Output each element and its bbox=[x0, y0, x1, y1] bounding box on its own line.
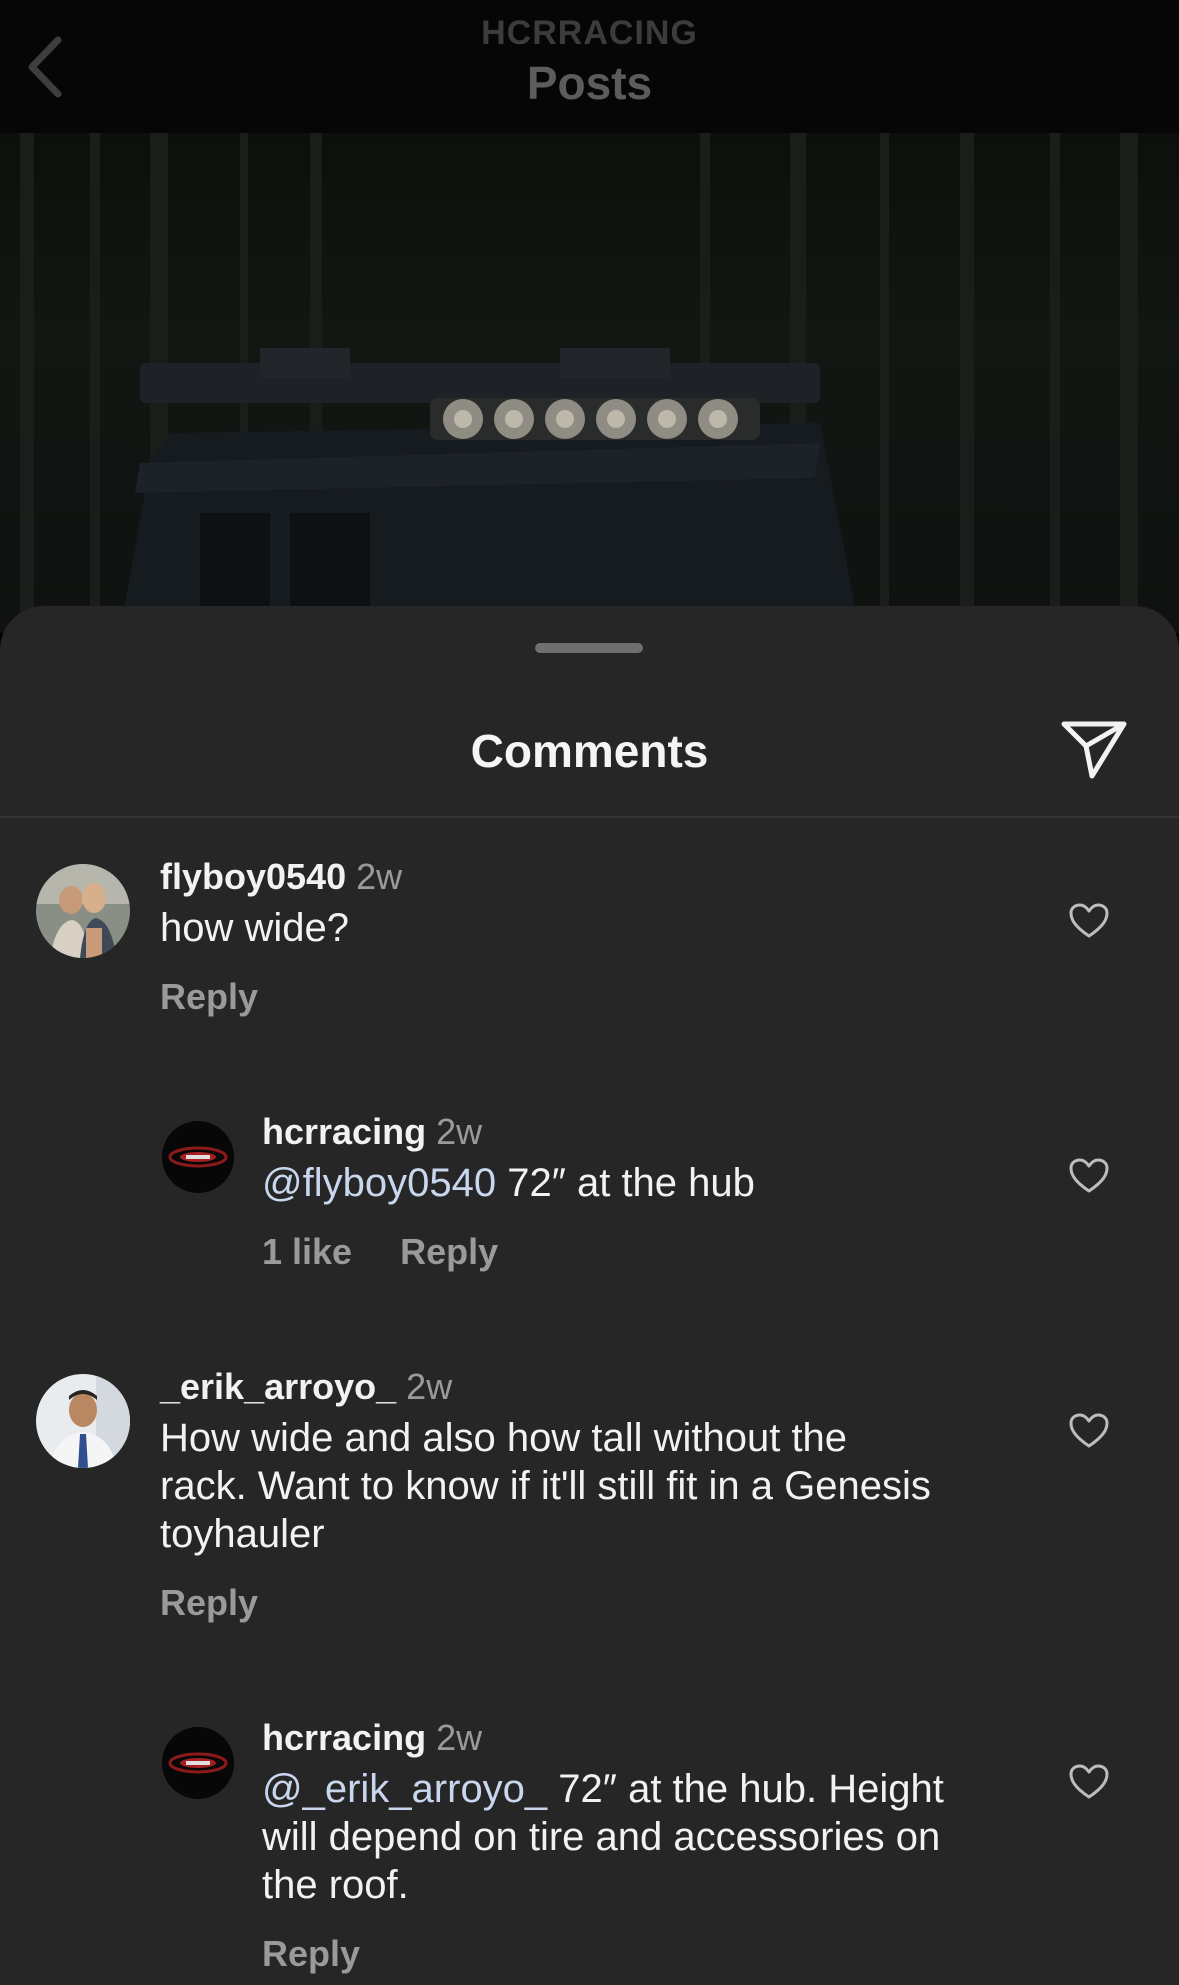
heart-icon bbox=[1069, 903, 1109, 938]
page-title: Posts bbox=[526, 57, 653, 109]
header-divider bbox=[0, 816, 1179, 818]
comment: _erik_arroyo_ 2w How wide and also how ta… bbox=[0, 1366, 1179, 1666]
comment-text: @_erik_arroyo_ 72″ at the hub. Height wi… bbox=[262, 1765, 1062, 1909]
like-button[interactable] bbox=[1068, 902, 1110, 940]
like-button[interactable] bbox=[1068, 1157, 1110, 1195]
comment-text: how wide? bbox=[160, 906, 350, 950]
comment-actions: Reply bbox=[160, 976, 1040, 1018]
comment-text-line: rack. Want to know if it'll still fit in… bbox=[160, 1464, 931, 1508]
comments-sheet: Comments flyboy0540 2w how wide? Reply h… bbox=[0, 606, 1179, 1985]
comment-username[interactable]: hcrracing bbox=[262, 1111, 426, 1152]
comment-username[interactable]: hcrracing bbox=[262, 1717, 426, 1758]
comment-reply: hcrracing 2w @flyboy0540 72″ at the hub 1… bbox=[0, 1111, 1179, 1331]
top-bar: HCRRACING Posts bbox=[0, 0, 1179, 133]
heart-icon bbox=[1069, 1764, 1109, 1799]
comment-actions: Reply bbox=[160, 1582, 1040, 1624]
comment-reply: hcrracing 2w @_erik_arroyo_ 72″ at the hu… bbox=[0, 1717, 1179, 1985]
comment-text-line: the roof. bbox=[262, 1863, 409, 1907]
comment-body: flyboy0540 2w how wide? Reply bbox=[160, 856, 1040, 1018]
comment-text-line: toyhauler bbox=[160, 1512, 325, 1556]
comment-actions: Reply bbox=[262, 1933, 1062, 1975]
comment-time: 2w bbox=[436, 1717, 483, 1758]
share-button[interactable] bbox=[1058, 716, 1130, 782]
comment-text-line: How wide and also how tall without the bbox=[160, 1416, 848, 1460]
mention-link[interactable]: @_erik_arroyo_ bbox=[262, 1767, 547, 1811]
mention-link[interactable]: @flyboy0540 bbox=[262, 1161, 496, 1205]
sheet-grabber[interactable] bbox=[535, 643, 643, 653]
comment: flyboy0540 2w how wide? Reply bbox=[0, 856, 1179, 1096]
reply-button[interactable]: Reply bbox=[400, 1231, 498, 1272]
screen: HCRRACING Posts Comments flyboy0540 2w h… bbox=[0, 0, 1179, 1985]
reply-button[interactable]: Reply bbox=[160, 976, 258, 1017]
comment-body: hcrracing 2w @flyboy0540 72″ at the hub 1… bbox=[262, 1111, 1062, 1273]
comment-body: _erik_arroyo_ 2w How wide and also how ta… bbox=[160, 1366, 1040, 1624]
comment-text-line: @_erik_arroyo_ 72″ at the hub. Height bbox=[262, 1765, 1062, 1813]
heart-icon bbox=[1069, 1413, 1109, 1448]
comment-body: hcrracing 2w @_erik_arroyo_ 72″ at the hu… bbox=[262, 1717, 1062, 1975]
comment-actions: 1 like Reply bbox=[262, 1231, 1062, 1273]
comment-username[interactable]: _erik_arroyo_ bbox=[160, 1366, 396, 1407]
reply-button[interactable]: Reply bbox=[262, 1933, 360, 1974]
post-image bbox=[0, 133, 1179, 633]
comment-text: @flyboy0540 72″ at the hub bbox=[262, 1159, 1062, 1207]
comment-time: 2w bbox=[356, 856, 403, 897]
account-name: HCRRACING bbox=[481, 14, 698, 52]
heart-icon bbox=[1069, 1158, 1109, 1193]
avatar[interactable] bbox=[36, 1374, 130, 1468]
comment-text-line: will depend on tire and accessories on bbox=[262, 1815, 941, 1859]
reply-button[interactable]: Reply bbox=[160, 1582, 258, 1623]
comment-username[interactable]: flyboy0540 bbox=[160, 856, 346, 897]
like-button[interactable] bbox=[1068, 1763, 1110, 1801]
comment-text-body: 72″ at the hub bbox=[496, 1161, 755, 1205]
comment-text: How wide and also how tall without the r… bbox=[160, 1414, 1040, 1558]
comments-title: Comments bbox=[470, 725, 709, 777]
paper-plane-icon bbox=[1061, 721, 1127, 779]
comment-time: 2w bbox=[406, 1366, 453, 1407]
avatar[interactable] bbox=[36, 864, 130, 958]
comment-text-body: 72″ at the hub. Height bbox=[547, 1767, 944, 1811]
comment-time: 2w bbox=[436, 1111, 483, 1152]
like-button[interactable] bbox=[1068, 1412, 1110, 1450]
avatar[interactable] bbox=[162, 1727, 234, 1799]
likes-count[interactable]: 1 like bbox=[262, 1231, 352, 1272]
avatar[interactable] bbox=[162, 1121, 234, 1193]
